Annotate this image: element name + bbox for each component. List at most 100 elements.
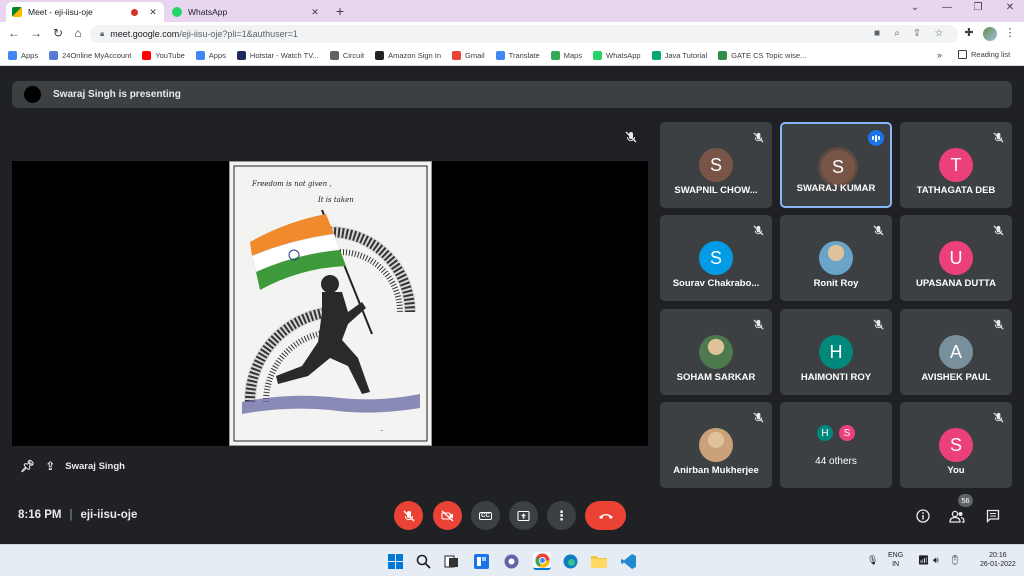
participant-tile[interactable]: SOHAM SARKAR — [660, 309, 772, 395]
url-host: meet.google.com — [110, 29, 180, 39]
chrome-menu-icon[interactable]: ⋮ — [1003, 26, 1017, 39]
bookmarks-overflow-button[interactable]: » — [937, 50, 942, 60]
bookmark-item[interactable]: 24Online MyAccount — [49, 51, 131, 60]
home-icon[interactable]: ⌂ — [70, 26, 86, 40]
participant-tile[interactable]: A AVISHEK PAUL — [900, 309, 1012, 395]
participant-tile[interactable]: S SWARAJ KUMAR — [780, 122, 892, 208]
bookmark-item[interactable]: Maps — [550, 51, 582, 60]
language-code: ENG — [888, 552, 904, 559]
extensions-icon[interactable]: ✚ — [962, 26, 976, 39]
file-explorer-icon[interactable] — [590, 552, 608, 570]
muted-mic-icon — [753, 130, 764, 148]
bookmark-item[interactable]: Hotstar - Watch TV... — [236, 51, 319, 60]
tab-search-icon[interactable]: ⌄ — [905, 2, 925, 13]
bookmark-item[interactable]: Java Tutorial — [651, 51, 708, 60]
reading-list-button[interactable]: Reading list — [958, 50, 1010, 59]
bookmark-item[interactable]: GATE CS Topic wise... — [718, 51, 806, 60]
teams-chat-icon[interactable] — [502, 552, 520, 570]
signature: ~ — [380, 428, 383, 433]
windows-taskbar: 🎙︎ ENG IN 📶︎ 🔊︎ 🔋︎ 20:16 26-01-2022 — [0, 544, 1024, 576]
pin-icon[interactable]: 📌︎ — [20, 459, 35, 473]
presenting-text: Swaraj Singh is presenting — [53, 89, 181, 100]
tab-meet[interactable]: Meet - eji-iisu-oje ✕ — [6, 2, 164, 22]
meeting-info: 8:16 PM | eji-iisu-oje — [18, 509, 137, 521]
leave-call-button[interactable] — [585, 501, 626, 530]
battery-icon[interactable]: 🔋︎ — [949, 555, 960, 566]
participant-name: AVISHEK PAUL — [921, 372, 991, 383]
microphone-toggle-button[interactable] — [394, 501, 423, 530]
participant-tile[interactable]: H HAIMONTI ROY — [780, 309, 892, 395]
back-arrow-icon[interactable]: ← — [6, 26, 22, 40]
reload-icon[interactable]: ↻ — [50, 26, 66, 40]
chrome-taskbar-icon[interactable] — [533, 552, 551, 570]
others-count: 44 others — [815, 456, 857, 467]
bookmark-label: Java Tutorial — [664, 51, 708, 60]
bookmark-item[interactable]: YouTube — [142, 51, 185, 60]
region-code: IN — [892, 561, 900, 568]
bookmark-label: YouTube — [155, 51, 185, 60]
maximize-button[interactable]: ❐ — [968, 2, 988, 13]
others-tile[interactable]: H S 44 others — [780, 402, 892, 488]
participant-name: SWAPNIL CHOW... — [674, 185, 758, 196]
muted-mic-icon — [753, 410, 764, 428]
bookmark-item[interactable]: Apps — [8, 51, 38, 60]
search-icon[interactable] — [414, 552, 432, 570]
close-window-button[interactable]: ✕ — [1000, 2, 1020, 13]
people-button[interactable] — [946, 505, 968, 527]
task-view-icon[interactable] — [442, 552, 460, 570]
chat-icon — [986, 509, 1000, 523]
close-tab-icon[interactable]: ✕ — [310, 7, 320, 18]
separator: | — [69, 509, 73, 521]
participant-tile[interactable]: Anirban Mukherjee — [660, 402, 772, 488]
present-now-button[interactable] — [509, 501, 538, 530]
google-meet-icon — [12, 7, 22, 17]
participant-tile[interactable]: S You — [900, 402, 1012, 488]
meeting-details-button[interactable] — [912, 505, 934, 527]
participant-tile[interactable]: S Sourav Chakrabo... — [660, 215, 772, 301]
chat-button[interactable] — [982, 505, 1004, 527]
forward-arrow-icon[interactable]: → — [28, 26, 44, 40]
participant-tile[interactable]: U UPASANA DUTTA — [900, 215, 1012, 301]
address-bar[interactable]: 🔒︎ meet.google.com/eji-iisu-oje?pli=1&au… — [90, 25, 958, 43]
system-clock[interactable]: 20:16 26-01-2022 — [980, 551, 1016, 569]
widgets-icon[interactable] — [472, 552, 490, 570]
participant-tile[interactable]: S SWAPNIL CHOW... — [660, 122, 772, 208]
maps-icon — [550, 51, 560, 60]
participant-avatar: U — [939, 241, 973, 275]
bookmark-item[interactable]: Gmail — [452, 51, 485, 60]
volume-icon[interactable]: 🔊︎ — [933, 555, 939, 566]
bookmark-star-icon[interactable]: ☆ — [932, 28, 946, 39]
whatsapp-icon — [172, 7, 182, 17]
tab-whatsapp[interactable]: WhatsApp ✕ — [166, 2, 326, 22]
bookmark-item[interactable]: Apps — [195, 51, 226, 60]
participant-name: SOHAM SARKAR — [676, 372, 756, 383]
bookmark-item[interactable]: Translate — [495, 51, 540, 60]
muted-mic-icon — [753, 317, 764, 335]
muted-mic-icon — [993, 410, 1004, 428]
edge-icon[interactable] — [561, 552, 579, 570]
captions-button[interactable]: CC — [471, 501, 500, 530]
camera-in-use-icon[interactable]: ■ — [870, 28, 884, 39]
more-options-button[interactable]: ⋮ — [547, 501, 576, 530]
bookmark-item[interactable]: WhatsApp — [592, 51, 641, 60]
zoom-icon[interactable]: ⌕ — [890, 28, 904, 39]
bookmark-item[interactable]: Amazon Sign In — [375, 51, 441, 60]
bookmark-item[interactable]: Circuit — [329, 51, 364, 60]
minimize-button[interactable]: — — [937, 2, 957, 13]
vscode-icon[interactable] — [619, 552, 637, 570]
windows-start-icon[interactable] — [386, 552, 404, 570]
camera-toggle-button[interactable] — [433, 501, 462, 530]
close-tab-icon[interactable]: ✕ — [148, 7, 158, 18]
wifi-icon[interactable]: 📶︎ — [918, 555, 929, 566]
profile-avatar[interactable] — [983, 27, 997, 41]
participant-tile[interactable]: Ronit Roy — [780, 215, 892, 301]
new-tab-button[interactable]: + — [332, 3, 348, 19]
share-icon[interactable]: ⇪ — [910, 28, 924, 39]
gfg-icon — [718, 51, 728, 60]
language-indicator[interactable]: ENG IN — [888, 551, 903, 569]
participant-tile[interactable]: T TATHAGATA DEB — [900, 122, 1012, 208]
participant-avatar: S — [939, 428, 973, 462]
bookmark-label: Apps — [208, 51, 226, 60]
microphone-tray-icon[interactable]: 🎙︎ — [867, 555, 878, 566]
info-icon — [916, 509, 930, 523]
